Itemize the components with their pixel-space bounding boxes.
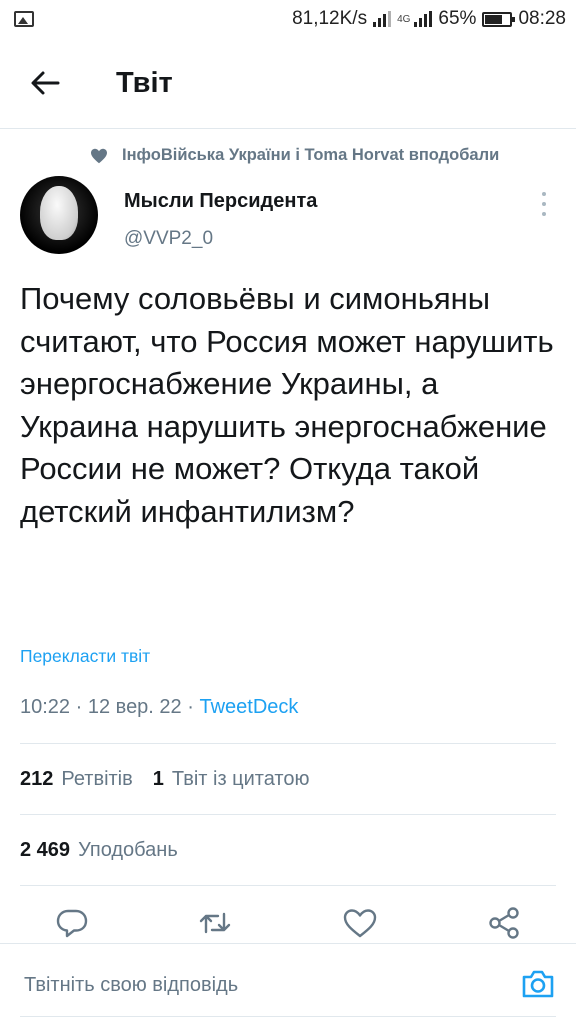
retweets-label: Ретвітів	[61, 768, 133, 790]
quotes-label: Твіт із цитатою	[171, 768, 310, 790]
image-notification-icon	[14, 11, 34, 27]
like-icon	[343, 909, 377, 938]
reply-button[interactable]	[54, 905, 90, 941]
likes-count: 2 469	[20, 839, 71, 861]
likes-label: Уподобань	[78, 839, 178, 861]
tweet-text: Почему соловьёвы и симоньяны считают, чт…	[20, 281, 554, 529]
tweet-date: 12 вер. 22	[87, 696, 182, 718]
battery-percent: 65%	[438, 8, 477, 29]
quotes-stat[interactable]: 1 Твіт із цитатою	[153, 768, 310, 791]
battery-icon	[482, 11, 516, 27]
retweets-count: 212	[20, 768, 54, 790]
retweet-stats: 212 Ретвітів 1 Твіт із цитатою	[20, 768, 310, 791]
reply-icon	[56, 909, 88, 938]
more-vertical-icon[interactable]	[534, 192, 554, 216]
divider	[20, 814, 556, 815]
retweets-stat[interactable]: 212 Ретвітів	[20, 768, 133, 791]
share-icon	[489, 907, 519, 939]
reply-underline	[20, 1016, 556, 1017]
tweet-time: 10:22	[20, 696, 71, 718]
share-button[interactable]	[486, 905, 522, 941]
likes-stat[interactable]: 2 469 Уподобань	[20, 839, 178, 862]
heart-icon	[91, 148, 107, 163]
tweet-source[interactable]: TweetDeck	[199, 696, 298, 718]
meta-separator: ·	[187, 696, 194, 718]
arrow-left-icon	[31, 71, 60, 95]
divider	[20, 885, 556, 886]
status-bar-right: 81,12K/s 4G 65% 08:28	[292, 8, 566, 30]
like-button[interactable]	[342, 905, 378, 941]
social-context[interactable]: ІнфоВійська України і Toma Horvat вподоб…	[90, 146, 576, 165]
retweet-icon	[199, 912, 231, 934]
page-title: Твіт	[116, 67, 173, 99]
quotes-count: 1	[152, 768, 164, 790]
tweet-meta: 10:22 · 12 вер. 22 · TweetDeck	[20, 696, 298, 719]
back-button[interactable]	[28, 66, 62, 100]
avatar[interactable]	[20, 176, 98, 254]
action-bar	[0, 905, 576, 945]
clock: 08:28	[518, 8, 566, 29]
social-context-text: ІнфоВійська України і Toma Horvat вподоб…	[122, 146, 500, 164]
reply-input[interactable]: Твітніть свою відповідь	[24, 974, 238, 997]
meta-separator: ·	[75, 696, 83, 718]
camera-button[interactable]	[520, 966, 556, 1002]
reply-composer[interactable]: Твітніть свою відповідь	[0, 943, 576, 1025]
signal-icon-2	[414, 11, 433, 27]
status-bar: 81,12K/s 4G 65% 08:28	[0, 0, 576, 38]
retweet-button[interactable]	[197, 905, 233, 941]
author-handle[interactable]: @VVP2_0	[124, 228, 213, 250]
network-speed: 81,12K/s	[292, 8, 368, 29]
network-type: 4G	[397, 13, 411, 25]
divider	[20, 743, 556, 744]
avatar-face	[40, 186, 78, 240]
camera-icon	[522, 970, 554, 998]
status-bar-left	[14, 11, 34, 27]
app-header: Твіт	[0, 38, 576, 129]
translate-tweet-link[interactable]: Перекласти твіт	[20, 646, 150, 667]
author-name[interactable]: Мысли Персидента	[124, 190, 317, 213]
signal-icon	[373, 11, 392, 27]
